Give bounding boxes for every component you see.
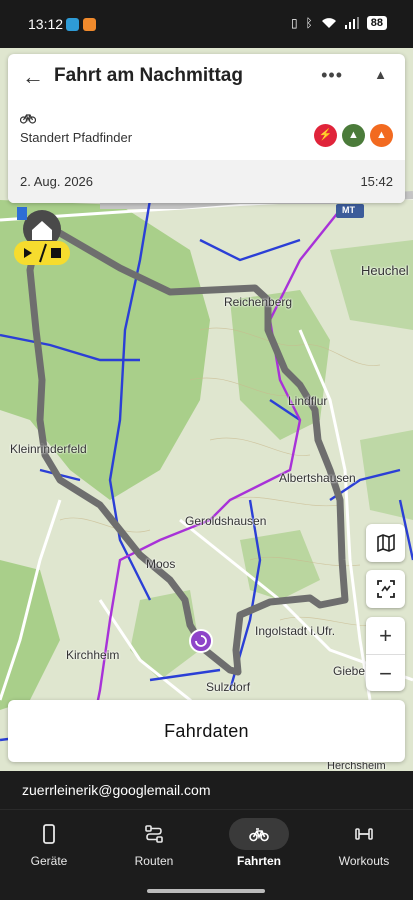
trip-time: 15:42	[360, 174, 393, 189]
signal-icon	[344, 17, 359, 29]
map-label-geroldshausen: Geroldshausen	[185, 514, 267, 528]
map-label-moos: Moos	[146, 557, 176, 571]
bicycle-icon	[249, 828, 269, 842]
status-bar: 13:12 ▯ ᛒ 88	[0, 0, 413, 48]
end-marker	[189, 629, 213, 653]
komoot-icon: ▲	[342, 124, 365, 147]
synced-apps: ⚡ ▲ ▲	[314, 124, 393, 147]
nav-item-workouts[interactable]: Workouts	[314, 818, 413, 868]
account-bar: zuerrleinerik@googlemail.com	[0, 771, 413, 809]
collapse-chevron-icon[interactable]: ▲	[374, 67, 387, 82]
map-layers-button[interactable]	[366, 524, 405, 562]
trip-card-footer: 2. Aug. 2026 15:42	[8, 160, 405, 203]
map-label-albertshausen: Albertshausen	[279, 471, 356, 485]
dumbbell-icon	[355, 828, 373, 840]
battery-indicator: 88	[366, 16, 387, 30]
status-notification-icons	[66, 18, 96, 31]
strava-app-icon	[83, 18, 96, 31]
map-label-giebelstadt: Giebe	[333, 664, 366, 678]
sync-app-icon	[66, 18, 79, 31]
ride-data-button[interactable]: Fahrdaten	[8, 700, 405, 762]
nav-item-routes[interactable]: Routen	[104, 818, 204, 868]
nav-label-routes: Routen	[134, 854, 174, 868]
phone-icon	[43, 824, 55, 844]
back-arrow-icon[interactable]: ←	[22, 65, 46, 89]
fit-route-icon	[376, 580, 395, 598]
map-label-lindflur: Lindflur	[288, 394, 328, 408]
map-label-heuchel: Heuchel	[361, 263, 409, 278]
bluetooth-icon: ᛒ	[305, 16, 313, 30]
nav-item-devices[interactable]: Geräte	[0, 818, 99, 868]
home-indicator[interactable]	[147, 889, 265, 893]
trip-date: 2. Aug. 2026	[20, 174, 94, 189]
map-label-kleinrinderfeld: Kleinrinderfeld	[10, 442, 87, 456]
highway-badge-label: MT	[342, 205, 355, 215]
status-time: 13:12	[28, 16, 64, 32]
nav-label-devices: Geräte	[30, 854, 68, 868]
trip-title: Fahrt am Nachmittag	[54, 65, 243, 86]
account-email: zuerrleinerik@googlemail.com	[22, 782, 211, 798]
bottom-navigation: Geräte Routen Fahrten Workouts	[0, 809, 413, 900]
wifi-icon	[321, 18, 336, 28]
recenter-button[interactable]	[366, 570, 405, 608]
map-layers-icon	[376, 533, 395, 553]
zoom-out-button[interactable]: −	[366, 655, 405, 692]
nav-label-rides: Fahrten	[236, 854, 281, 868]
map-label-ingolstadt: Ingolstadt i.Ufr.	[255, 624, 336, 638]
trainingpeaks-icon: ⚡	[314, 124, 337, 147]
map-label-sulzdorf: Sulzdorf	[206, 680, 251, 694]
route-icon	[145, 825, 163, 843]
map-label-reichenberg: Reichenberg	[224, 295, 293, 309]
strava-icon: ▲	[370, 124, 393, 147]
bicycle-small-icon	[20, 114, 36, 124]
zoom-controls: + −	[366, 617, 405, 691]
status-system-icons: ▯ ᛒ 88	[291, 16, 387, 30]
trip-device-name: Standert Pfadfinder	[20, 130, 133, 145]
more-options-icon[interactable]: •••	[321, 65, 343, 86]
zoom-in-button[interactable]: +	[366, 617, 405, 654]
nav-label-workouts: Workouts	[338, 854, 390, 868]
trip-info-card: ← Fahrt am Nachmittag ••• ▲ Standert Pfa…	[8, 54, 405, 203]
map-label-kirchheim: Kirchheim	[66, 648, 120, 662]
nav-item-rides[interactable]: Fahrten	[209, 818, 309, 868]
vibrate-icon: ▯	[290, 16, 298, 30]
trip-card-header: ← Fahrt am Nachmittag ••• ▲	[8, 54, 405, 100]
